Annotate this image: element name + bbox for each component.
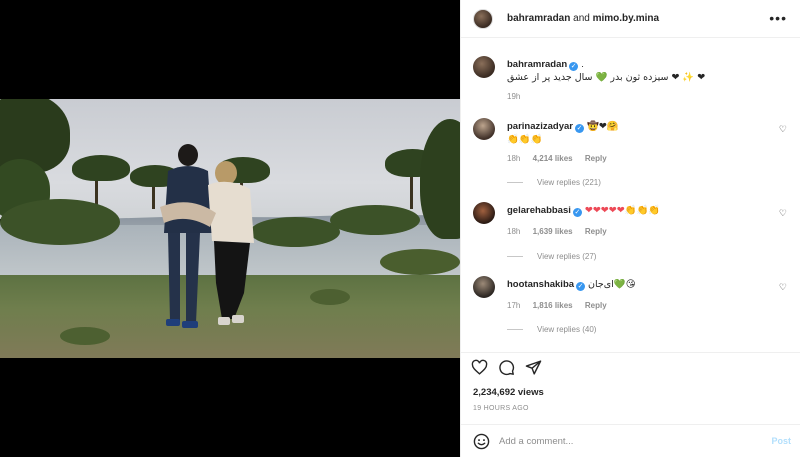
bush (60, 327, 110, 345)
caption-time[interactable]: 19h (507, 92, 520, 101)
verified-icon: ✓ (576, 282, 586, 291)
author-link[interactable]: bahramradan (507, 13, 570, 24)
view-replies[interactable]: View replies (27) (507, 252, 596, 261)
reply-button[interactable]: Reply (585, 154, 607, 163)
comment-likes[interactable]: 1,639 likes (533, 227, 573, 236)
comment-time[interactable]: 18h (507, 154, 520, 163)
like-comment-heart-icon[interactable]: ♡ (779, 208, 787, 219)
comment-text: 🤠❤🤗 (587, 121, 619, 132)
comment-body: hootanshakiba ✓ ای‌جان💚😘 (507, 278, 757, 291)
caption-suffix: . (581, 59, 584, 70)
commenter-avatar[interactable] (473, 118, 495, 140)
like-comment-heart-icon[interactable]: ♡ (779, 282, 787, 293)
comment-user[interactable]: hootanshakiba (507, 279, 574, 290)
verified-icon: ✓ (575, 124, 584, 133)
comment-likes[interactable]: 4,214 likes (533, 154, 573, 163)
replies-line (507, 182, 523, 183)
view-replies[interactable]: View replies (40) (507, 325, 596, 334)
post-button[interactable]: Post (771, 436, 791, 446)
comment: hootanshakiba ✓ ای‌جان💚😘 ♡ 17h 1,816 likes… (473, 276, 793, 340)
comment-body: parinazizadyar ✓ 🤠❤🤗 👏👏👏 (507, 120, 757, 146)
comment-text: ای‌جان💚😘 (588, 279, 636, 290)
more-icon[interactable]: ••• (769, 10, 787, 26)
comment: gelarehabbasi ✓ ❤❤❤❤❤👏👏👏 ♡ 18h 1,639 likes… (473, 202, 793, 266)
views-count[interactable]: 2,234,692 views (473, 387, 544, 398)
caption-user[interactable]: bahramradan (507, 59, 567, 70)
view-replies[interactable]: View replies (221) (507, 178, 601, 187)
post-authors: bahramradan and mimo.by.mina (507, 13, 659, 24)
coauthor-link[interactable]: mimo.by.mina (593, 13, 660, 24)
caption-avatar[interactable] (473, 56, 495, 78)
add-comment-bar: Post (461, 424, 800, 457)
comment-user[interactable]: parinazizadyar (507, 121, 573, 132)
comment-time[interactable]: 18h (507, 227, 520, 236)
post-timestamp[interactable]: 19 HOURS AGO (473, 405, 529, 412)
action-icons (471, 359, 542, 376)
post-view: bahramradan and mimo.by.mina ••• bahramr… (0, 0, 800, 457)
author-avatar[interactable] (473, 9, 493, 29)
comment-likes[interactable]: 1,816 likes (533, 301, 573, 310)
heart-icon[interactable] (471, 359, 488, 376)
comment-icon[interactable] (498, 359, 515, 376)
verified-icon: ✓ (569, 62, 579, 71)
comment-meta: 17h 1,816 likes Reply (507, 301, 617, 310)
comment-text: ❤❤❤❤❤👏👏👏 (584, 205, 661, 216)
tree (72, 155, 130, 181)
verified-icon: ✓ (572, 208, 582, 217)
commenter-avatar[interactable] (473, 276, 495, 298)
replies-line (507, 329, 523, 330)
couple-figure (160, 144, 254, 328)
authors-joiner: and (573, 13, 590, 24)
view-replies-label[interactable]: View replies (27) (537, 252, 596, 261)
comment-meta: 18h 1,639 likes Reply (507, 227, 617, 236)
post-actions: 2,234,692 views 19 HOURS AGO (461, 352, 800, 424)
comment: parinazizadyar ✓ 🤠❤🤗 👏👏👏 ♡ 18h 4,214 likes… (473, 118, 793, 190)
comment-user[interactable]: gelarehabbasi (507, 205, 571, 216)
caption-body: bahramradan ✓. ❤ ✨ ❤ سیزده ثون بدر 💚 سال … (507, 58, 757, 84)
commenter-avatar[interactable] (473, 202, 495, 224)
comment-meta: 18h 4,214 likes Reply (507, 154, 617, 163)
reply-button[interactable]: Reply (585, 227, 607, 236)
replies-line (507, 256, 523, 257)
caption: bahramradan ✓. ❤ ✨ ❤ سیزده ثون بدر 💚 سال … (473, 56, 793, 104)
side-panel: bahramradan and mimo.by.mina ••• bahramr… (460, 0, 800, 457)
bush (0, 199, 120, 245)
bush (310, 289, 350, 305)
reply-button[interactable]: Reply (585, 301, 607, 310)
comment-body: gelarehabbasi ✓ ❤❤❤❤❤👏👏👏 (507, 204, 757, 217)
view-replies-label[interactable]: View replies (40) (537, 325, 596, 334)
comment-input[interactable] (499, 432, 729, 450)
like-comment-heart-icon[interactable]: ♡ (779, 124, 787, 135)
post-header: bahramradan and mimo.by.mina ••• (461, 0, 800, 38)
bush (380, 249, 460, 275)
view-replies-label[interactable]: View replies (221) (537, 178, 601, 187)
comment-text-line2: 👏👏👏 (507, 134, 543, 145)
caption-text: ❤ ✨ ❤ سیزده ثون بدر 💚 سال جدید پر از عشق (507, 72, 706, 83)
post-photo[interactable] (0, 99, 460, 358)
comment-time[interactable]: 17h (507, 301, 520, 310)
smile-icon[interactable] (473, 433, 490, 450)
share-icon[interactable] (525, 359, 542, 376)
media-pane (0, 0, 460, 457)
caption-meta: 19h (507, 92, 530, 101)
bush (330, 205, 420, 235)
